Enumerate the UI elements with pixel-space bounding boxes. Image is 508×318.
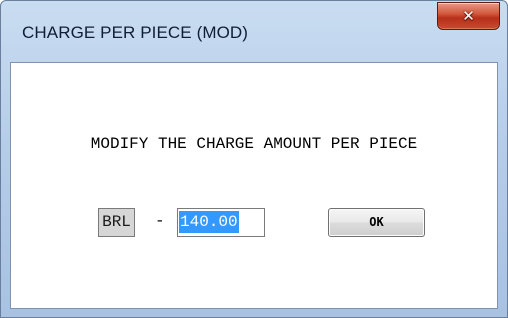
- ok-button[interactable]: OK: [328, 208, 425, 237]
- separator-dash: -: [155, 212, 165, 230]
- title-bar[interactable]: CHARGE PER PIECE (MOD) ✕: [1, 1, 507, 61]
- close-button[interactable]: ✕: [437, 2, 500, 30]
- selected-amount-text: 140.00: [179, 211, 239, 233]
- currency-code-field: BRL: [98, 208, 135, 237]
- dialog-message: MODIFY THE CHARGE AMOUNT PER PIECE: [90, 135, 418, 153]
- close-icon: ✕: [462, 6, 475, 25]
- window-title: CHARGE PER PIECE (MOD): [22, 23, 249, 42]
- dialog-window: CHARGE PER PIECE (MOD) ✕ MODIFY THE CHAR…: [0, 0, 508, 318]
- dialog-body: MODIFY THE CHARGE AMOUNT PER PIECE BRL -…: [10, 62, 498, 309]
